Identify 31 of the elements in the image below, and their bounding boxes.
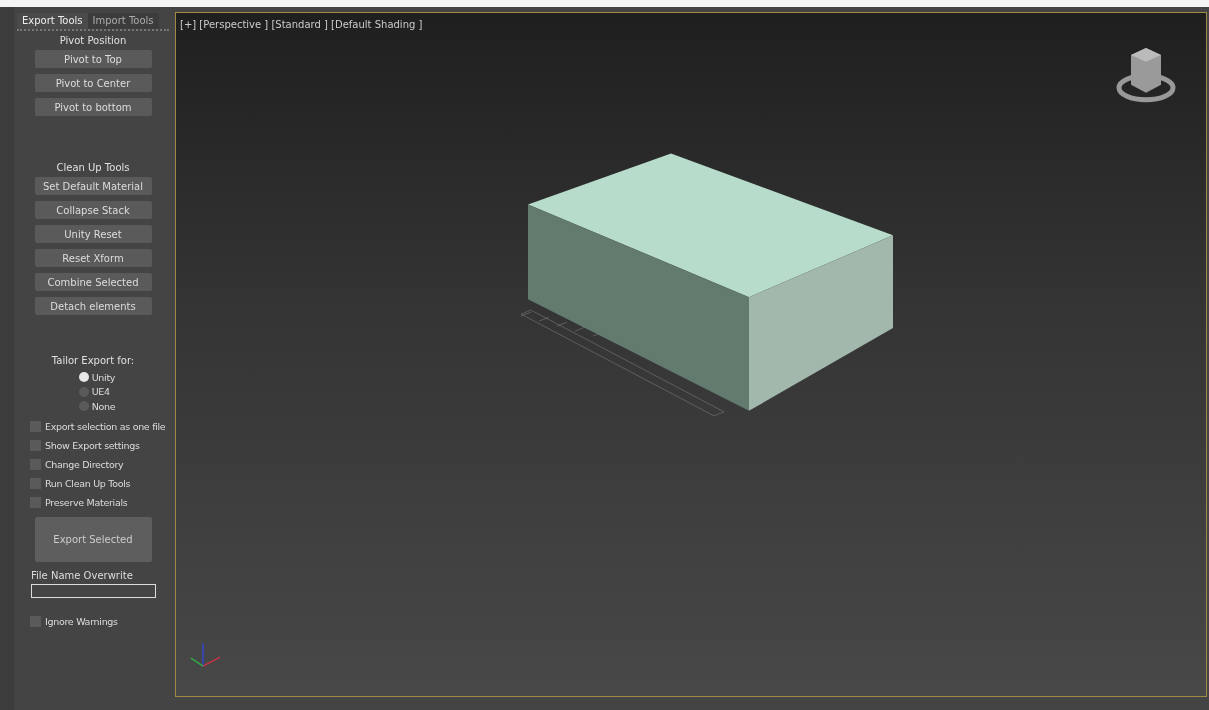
tool-button[interactable]: Reset Xform — [34, 249, 152, 267]
field-label: File Name Overwrite — [31, 569, 133, 581]
export-button[interactable]: Export Selected — [34, 516, 152, 562]
checkbox-label: Ignore Warnings — [45, 615, 118, 627]
tab[interactable]: Import Tools — [87, 13, 159, 29]
axis-icon — [190, 642, 221, 667]
section-title: Clean Up Tools — [56, 162, 130, 173]
checkbox-label: Preserve Materials — [45, 496, 128, 508]
checkbox-label: Export selection as one file — [45, 420, 166, 432]
tab[interactable]: Export Tools — [17, 13, 88, 29]
radio-button[interactable] — [78, 372, 89, 383]
tool-button[interactable]: Pivot to Top — [34, 50, 152, 68]
tool-button[interactable]: Set Default Material — [34, 177, 152, 195]
checkbox-label: Show Export settings — [45, 439, 140, 451]
view-cube-icon[interactable] — [1116, 47, 1176, 103]
radio-label: UE4 — [91, 386, 110, 398]
tool-button[interactable]: Unity Reset — [34, 225, 152, 243]
section-title: Tailor Export for: — [51, 355, 135, 366]
input-field[interactable] — [30, 583, 156, 598]
checkbox-label: Run Clean Up Tools — [45, 477, 131, 489]
section-title: Pivot Position — [59, 35, 127, 46]
viewport[interactable]: [+] [Perspective ] [Standard ] [Default Shading ] — [175, 12, 1207, 697]
viewport-label[interactable]: [+] [Perspective ] [Standard ] [Default Shading ] — [180, 19, 423, 30]
tool-button[interactable]: Collapse Stack — [34, 201, 152, 219]
tool-button[interactable]: Combine Selected — [34, 273, 152, 291]
checkbox-label: Change Directory — [45, 458, 124, 470]
radio-label: None — [91, 400, 116, 412]
radio-label: Unity — [91, 371, 116, 383]
tool-button[interactable]: Detach elements — [34, 297, 152, 315]
tool-button[interactable]: Pivot to Center — [34, 74, 152, 92]
tool-button[interactable]: Pivot to bottom — [34, 98, 152, 116]
